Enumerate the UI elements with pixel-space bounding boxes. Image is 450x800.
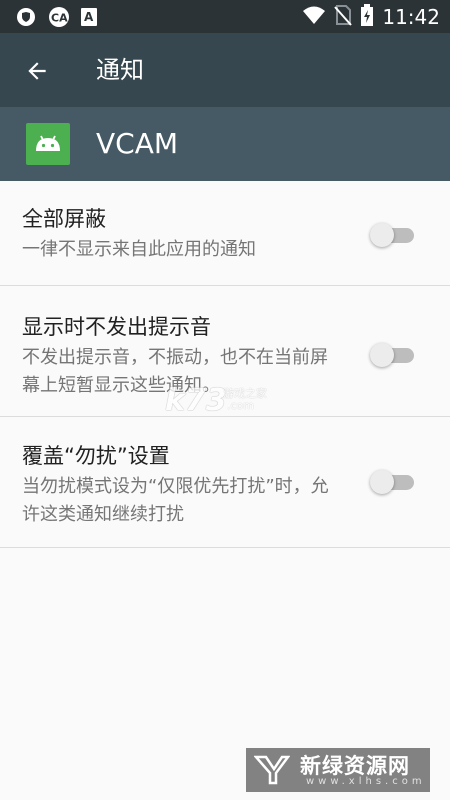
watermark-corner: 新绿资源网 www.xlhs.com	[246, 748, 430, 792]
font-a-icon: A	[80, 7, 100, 27]
setting-override-dnd[interactable]: 覆盖“勿扰”设置 当勿扰模式设为“仅限优先打扰”时，允许这类通知继续打扰	[0, 417, 450, 548]
arrow-back-icon	[28, 62, 46, 80]
override-dnd-toggle[interactable]	[370, 469, 416, 495]
toolbar: 通知	[0, 33, 450, 107]
app-name: VCAM	[96, 127, 179, 160]
svg-text:A: A	[84, 10, 94, 24]
status-bar-system: 11:42	[302, 4, 440, 30]
silent-toggle[interactable]	[370, 342, 416, 368]
toggle-thumb	[370, 343, 394, 367]
battery-charging-icon	[360, 4, 374, 30]
setting-description: 当勿扰模式设为“仅限优先打扰”时，允许这类通知继续打扰	[22, 476, 329, 525]
setting-title: 覆盖“勿扰”设置	[22, 444, 170, 468]
watermark-logo-icon	[254, 755, 290, 785]
toggle-thumb	[370, 470, 394, 494]
infinity-app-icon: CA	[48, 7, 69, 27]
watermark-corner-title: 新绿资源网	[300, 754, 410, 778]
wifi-icon	[302, 5, 326, 29]
watermark-corner-url: www.xlhs.com	[306, 776, 426, 787]
no-sim-icon	[334, 4, 353, 30]
setting-block-all[interactable]: 全部屏蔽 一律不显示来自此应用的通知	[0, 181, 450, 286]
vpn-shield-icon	[16, 7, 36, 27]
app-header: VCAM	[0, 107, 450, 181]
setting-title: 显示时不发出提示音	[22, 315, 211, 339]
android-icon	[36, 135, 60, 151]
setting-silent[interactable]: 显示时不发出提示音 不发出提示音，不振动，也不在当前屏幕上短暂显示这些通知。	[0, 286, 450, 417]
setting-description: 不发出提示音，不振动，也不在当前屏幕上短暂显示这些通知。	[22, 347, 328, 396]
svg-text:CA: CA	[51, 12, 68, 25]
status-time: 11:42	[382, 5, 440, 29]
page-title: 通知	[96, 56, 144, 84]
block-all-toggle[interactable]	[370, 222, 416, 248]
status-bar: CA A 11:42	[0, 0, 450, 33]
toggle-thumb	[370, 223, 394, 247]
setting-title: 全部屏蔽	[22, 207, 106, 231]
setting-description: 一律不显示来自此应用的通知	[22, 239, 256, 260]
settings-list: 全部屏蔽 一律不显示来自此应用的通知 显示时不发出提示音 不发出提示音，不振动，…	[0, 181, 450, 548]
app-icon	[26, 123, 70, 165]
back-button[interactable]	[20, 54, 54, 88]
status-bar-notifications: CA A	[16, 7, 100, 27]
